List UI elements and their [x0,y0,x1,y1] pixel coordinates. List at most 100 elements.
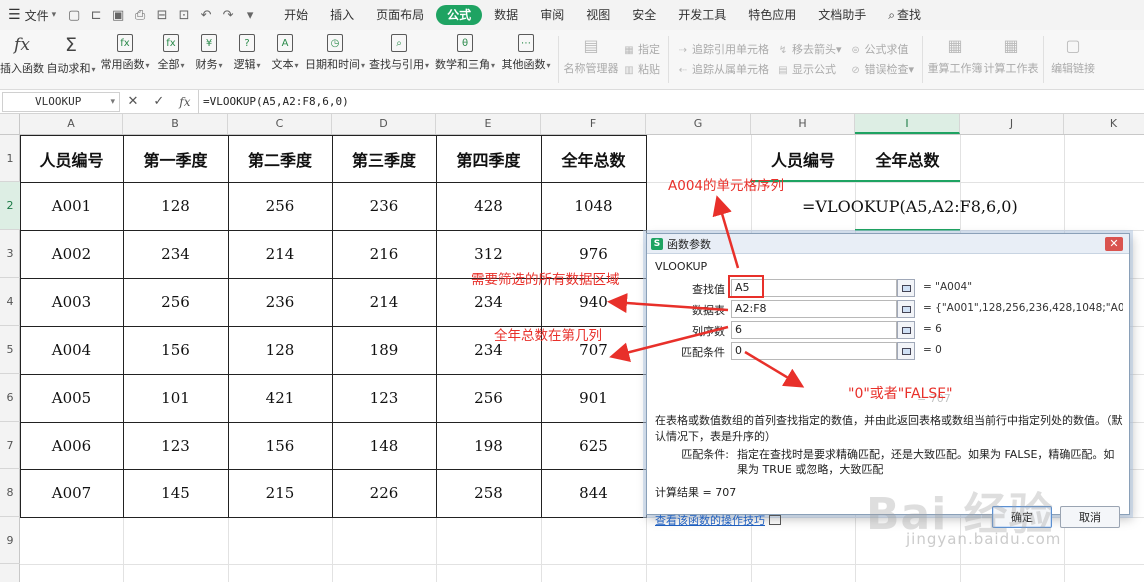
table-cell[interactable]: 256 [123,278,228,326]
table-cell[interactable]: A003 [20,278,123,326]
lookup-reference-button[interactable]: ⌕ 查找与引用▾ [366,30,432,89]
common-functions-button[interactable]: fx 常用函数▾ [98,30,152,89]
tab-special-apps[interactable]: 特色应用 [738,5,806,25]
table-header-cell[interactable]: 全年总数 [541,135,646,182]
logical-button[interactable]: ? 逻辑▾ [228,30,266,89]
column-header-h[interactable]: H [751,114,855,134]
table-cell[interactable]: A001 [20,182,123,230]
customize-caret-icon[interactable]: ▾ [240,5,260,25]
table-cell[interactable]: 101 [123,374,228,422]
column-header-g[interactable]: G [646,114,751,134]
table-cell[interactable]: A005 [20,374,123,422]
tab-data[interactable]: 数据 [484,5,528,25]
fx-icon[interactable]: fx [179,95,190,109]
error-check-button[interactable]: ⊘ 错误检查▾ [850,60,914,80]
table-cell[interactable]: A004 [20,326,123,374]
edit-links-button[interactable]: ▢ 编辑链接 [1048,30,1098,89]
new-doc-icon[interactable]: ▢ [64,5,84,25]
confirm-check-icon[interactable]: ✓ [153,94,164,109]
save-icon[interactable]: ▣ [108,5,128,25]
column-header-c[interactable]: C [228,114,332,134]
column-header-d[interactable]: D [332,114,436,134]
table-cell[interactable]: 256 [436,374,541,422]
table-cell[interactable]: 901 [541,374,646,422]
other-functions-button[interactable]: ⋯ 其他函数▾ [498,30,554,89]
trace-precedents-button[interactable]: ⇢ 追踪引用单元格 [677,40,769,60]
tab-page-layout[interactable]: 页面布局 [366,5,434,25]
chevron-down-icon[interactable]: ▾ [110,93,115,111]
name-manager-button[interactable]: ▤ 名称管理器 [563,30,619,89]
table-cell[interactable]: 215 [228,469,332,517]
table-cell[interactable]: A007 [20,469,123,517]
text-button[interactable]: A 文本▾ [266,30,304,89]
financial-button[interactable]: ¥ 财务▾ [190,30,228,89]
print-preview-icon[interactable]: ⊡ [174,5,194,25]
table-cell[interactable]: 226 [332,469,436,517]
tab-home[interactable]: 开始 [274,5,318,25]
row-header-7[interactable]: 7 [0,422,20,469]
tab-doc-assistant[interactable]: 文档助手 [808,5,876,25]
param-input-range-lookup[interactable]: 0 [731,342,897,360]
table-cell[interactable]: 256 [228,182,332,230]
table-header-cell[interactable]: 人员编号 [20,135,123,182]
row-header-5[interactable]: 5 [0,326,20,374]
table-cell[interactable]: 258 [436,469,541,517]
range-picker-icon[interactable] [897,342,915,360]
column-header-f[interactable]: F [541,114,646,134]
param-input-table-array[interactable]: A2:F8 [731,300,897,318]
math-trig-button[interactable]: θ 数学和三角▾ [432,30,498,89]
table-cell[interactable]: 428 [436,182,541,230]
column-header-b[interactable]: B [123,114,228,134]
table-cell[interactable]: A002 [20,230,123,278]
table-cell[interactable]: 123 [332,374,436,422]
name-box[interactable]: VLOOKUP ▾ [2,91,120,112]
column-header-a[interactable]: A [20,114,123,134]
table-cell[interactable]: 156 [228,422,332,469]
table-cell[interactable]: 216 [332,230,436,278]
table-cell[interactable]: 625 [541,422,646,469]
insert-function-button[interactable]: fx 插入函数 [0,30,44,89]
autosum-button[interactable]: Σ 自动求和▾ [44,30,98,89]
table-cell[interactable]: A006 [20,422,123,469]
formula-cell-i2[interactable]: =VLOOKUP(A5,A2:F8,6,0) [802,197,1018,216]
print-icon[interactable]: ⊟ [152,5,172,25]
table-cell[interactable]: 148 [332,422,436,469]
formula-input[interactable]: =VLOOKUP(A5,A2:F8,6,0) [198,89,349,114]
column-header-j[interactable]: J [960,114,1064,134]
table-cell[interactable]: 128 [123,182,228,230]
table-cell[interactable]: 214 [332,278,436,326]
table-cell[interactable]: 214 [228,230,332,278]
table-cell[interactable]: 844 [541,469,646,517]
table-header-cell[interactable]: 第二季度 [228,135,332,182]
tab-developer[interactable]: 开发工具 [668,5,736,25]
specify-button[interactable]: ▦ 指定 [623,40,660,60]
row-header-8[interactable]: 8 [0,469,20,517]
table-cell[interactable]: 1048 [541,182,646,230]
row-header-4[interactable]: 4 [0,278,20,326]
recalc-workbook-button[interactable]: ▦ 重算工作簿 [927,30,983,89]
table-header-cell[interactable]: 第四季度 [436,135,541,182]
cancel-x-icon[interactable]: ✕ [127,94,138,109]
file-menu[interactable]: ☰ 文件 ▾ [0,0,64,30]
tab-view[interactable]: 视图 [576,5,620,25]
date-time-button[interactable]: ◷ 日期和时间▾ [304,30,366,89]
tab-formulas[interactable]: 公式 [436,5,483,25]
calc-sheet-button[interactable]: ▦ 计算工作表 [983,30,1039,89]
function-help-link[interactable]: 查看该函数的操作技巧 [655,512,781,528]
all-functions-button[interactable]: fx 全部▾ [152,30,190,89]
dialog-title-bar[interactable]: S 函数参数 ✕ [647,234,1129,254]
column-header-e[interactable]: E [436,114,541,134]
tab-search[interactable]: ⌕ 查找 [878,5,931,25]
paste-button[interactable]: ▥ 粘贴 [623,60,660,80]
table-cell[interactable]: 145 [123,469,228,517]
tab-security[interactable]: 安全 [622,5,666,25]
cancel-button[interactable]: 取消 [1060,506,1120,528]
show-formulas-button[interactable]: ▤ 显示公式 [777,60,842,80]
table-cell[interactable]: 234 [123,230,228,278]
table-header-cell[interactable]: 第三季度 [332,135,436,182]
row-header-6[interactable]: 6 [0,374,20,422]
column-header-i[interactable]: I [855,114,960,134]
range-picker-icon[interactable] [897,279,915,297]
close-icon[interactable]: ✕ [1105,237,1123,251]
table-cell[interactable]: 236 [228,278,332,326]
